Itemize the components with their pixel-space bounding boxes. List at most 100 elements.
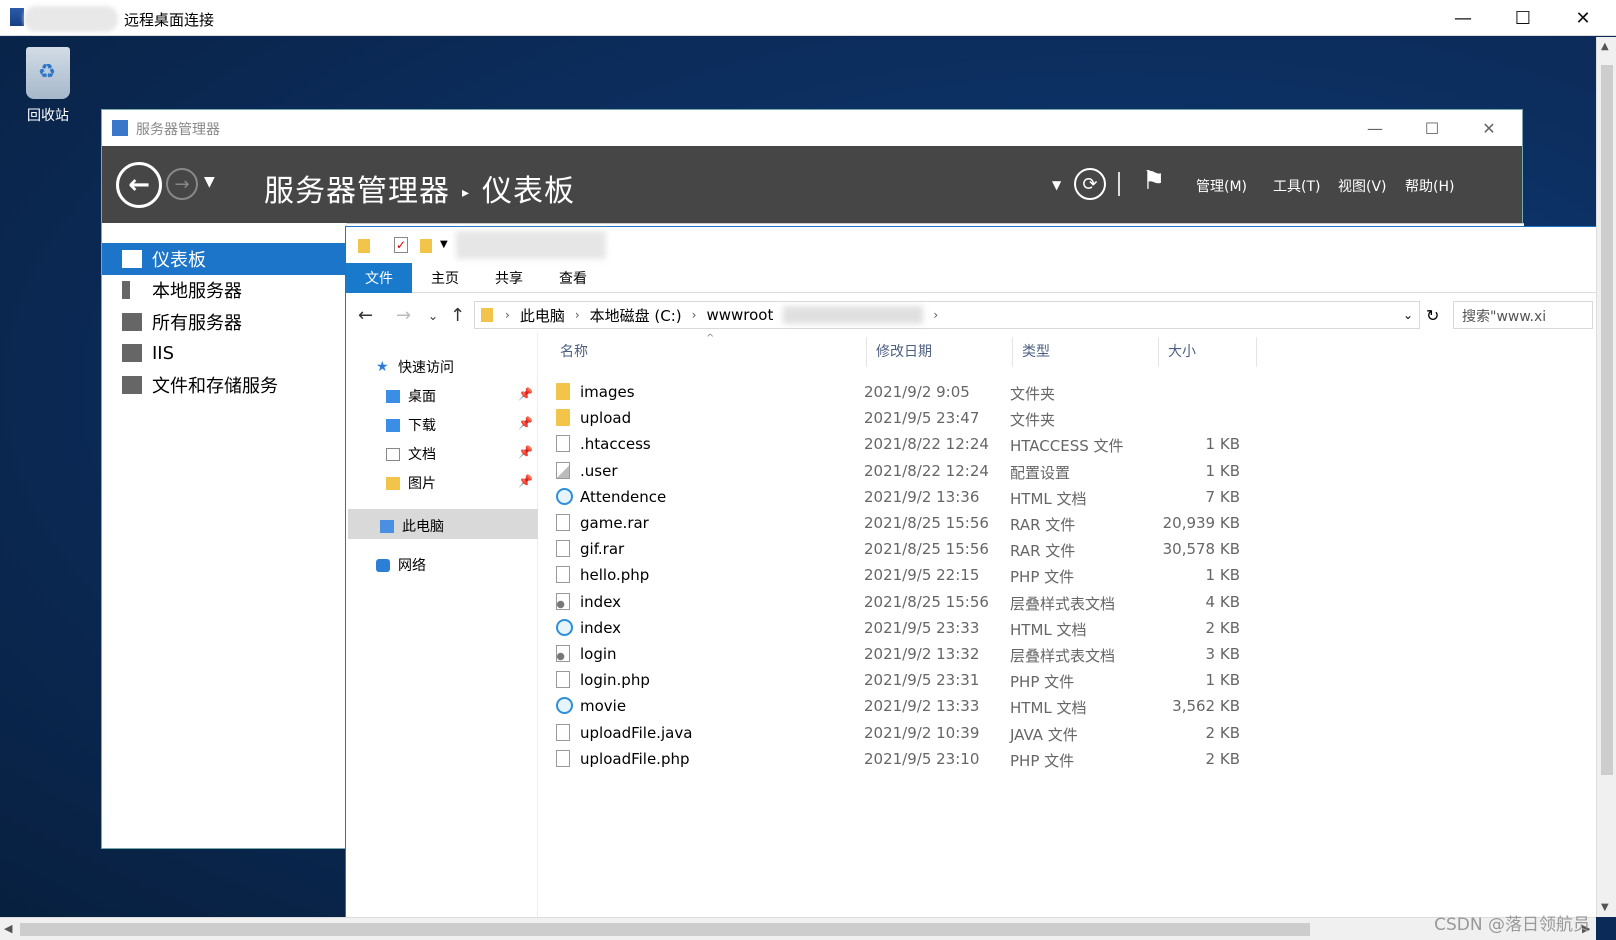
desktop-icon bbox=[386, 389, 400, 403]
file-name: .htaccess bbox=[580, 435, 651, 454]
chevron-right-icon[interactable]: › bbox=[692, 308, 697, 322]
tab-file[interactable]: 文件 bbox=[346, 263, 412, 293]
sidebar-item-local-server[interactable]: 本地服务器 bbox=[102, 274, 347, 306]
pin-icon[interactable]: 📌 bbox=[518, 387, 533, 401]
breadcrumb-root[interactable]: 服务器管理器 bbox=[264, 174, 450, 209]
pin-icon[interactable]: 📌 bbox=[518, 445, 533, 459]
sidebar-item-file-storage[interactable]: 文件和存储服务 bbox=[102, 369, 347, 401]
tab-share[interactable]: 共享 bbox=[474, 263, 544, 293]
file-icon bbox=[556, 671, 570, 689]
file-row[interactable]: images 2021/9/2 9:05 文件夹 bbox=[552, 379, 1258, 405]
file-row[interactable]: uploadFile.php 2021/9/5 23:10 PHP 文件 2 KB bbox=[552, 746, 1258, 772]
recent-locations-icon[interactable]: ⌄ bbox=[428, 309, 438, 323]
tab-view[interactable]: 查看 bbox=[538, 263, 608, 293]
file-row[interactable]: uploadFile.java 2021/9/2 10:39 JAVA 文件 2 KB bbox=[552, 720, 1258, 746]
file-row[interactable]: hello.php 2021/9/5 22:15 PHP 文件 1 KB bbox=[552, 562, 1258, 588]
customize-toolbar-icon[interactable]: ▼ bbox=[440, 239, 448, 250]
file-date: 2021/9/5 23:10 bbox=[864, 749, 980, 768]
nav-this-pc[interactable]: 此电脑 bbox=[380, 516, 444, 536]
back-icon[interactable]: ← bbox=[358, 305, 373, 326]
file-row[interactable]: login.php 2021/9/5 23:31 PHP 文件 1 KB bbox=[552, 667, 1258, 693]
nav-quick-access[interactable]: ★ 快速访问 bbox=[376, 357, 454, 377]
sidebar-item-iis[interactable]: IIS bbox=[102, 337, 347, 369]
column-header-type[interactable]: 类型 bbox=[1022, 341, 1050, 361]
crumb-local-disk[interactable]: 本地磁盘 (C:) bbox=[590, 305, 682, 326]
column-divider[interactable] bbox=[1256, 337, 1257, 367]
file-name: hello.php bbox=[580, 566, 650, 585]
file-row[interactable]: upload 2021/9/5 23:47 文件夹 bbox=[552, 405, 1258, 431]
sm-maximize-button[interactable]: ☐ bbox=[1409, 114, 1455, 142]
file-row[interactable]: .user 2021/8/22 12:24 配置设置 1 KB bbox=[552, 458, 1258, 484]
file-row[interactable]: index 2021/9/5 23:33 HTML 文档 2 KB bbox=[552, 615, 1258, 641]
file-date: 2021/9/5 22:15 bbox=[864, 566, 980, 585]
file-row[interactable]: .htaccess 2021/8/22 12:24 HTACCESS 文件 1 KB bbox=[552, 431, 1258, 457]
properties-icon[interactable]: ✓ bbox=[394, 237, 408, 253]
recycle-bin[interactable]: 回收站 bbox=[18, 47, 78, 125]
file-row[interactable]: game.rar 2021/8/25 15:56 RAR 文件 20,939 KB bbox=[552, 510, 1258, 536]
nav-documents[interactable]: 文档 bbox=[386, 444, 436, 464]
tab-home[interactable]: 主页 bbox=[410, 263, 480, 293]
column-divider[interactable] bbox=[1158, 337, 1159, 367]
forward-button[interactable]: → bbox=[166, 168, 198, 200]
nav-downloads[interactable]: 下载 bbox=[386, 415, 436, 435]
scrollbar-thumb[interactable] bbox=[1601, 65, 1613, 775]
column-divider[interactable] bbox=[866, 337, 867, 367]
sm-minimize-button[interactable]: — bbox=[1352, 114, 1398, 142]
column-header-name[interactable]: 名称 bbox=[560, 341, 588, 361]
scroll-down-icon[interactable]: ▼ bbox=[1601, 902, 1609, 913]
file-type: HTML 文档 bbox=[1010, 489, 1087, 508]
header-dropdown-icon[interactable]: ▼ bbox=[1052, 178, 1061, 192]
column-divider[interactable] bbox=[1012, 337, 1013, 367]
folder-icon[interactable] bbox=[358, 239, 370, 253]
rdp-close-button[interactable]: ✕ bbox=[1560, 4, 1606, 32]
sidebar-item-label: IIS bbox=[152, 342, 175, 364]
file-row[interactable]: gif.rar 2021/8/25 15:56 RAR 文件 30,578 KB bbox=[552, 536, 1258, 562]
sidebar-item-label: 本地服务器 bbox=[152, 281, 242, 302]
horizontal-scrollbar[interactable]: ◀ ▶ bbox=[0, 917, 1596, 940]
scroll-left-icon[interactable]: ◀ bbox=[4, 922, 12, 935]
notifications-flag-icon[interactable]: ⚑ bbox=[1142, 166, 1165, 196]
chevron-right-icon[interactable]: › bbox=[933, 308, 938, 322]
vertical-scrollbar[interactable]: ▲ ▼ bbox=[1596, 37, 1616, 917]
chevron-down-icon[interactable]: ⌄ bbox=[1403, 308, 1413, 322]
file-row[interactable]: login 2021/9/2 13:32 层叠样式表文档 3 KB bbox=[552, 641, 1258, 667]
new-folder-icon[interactable] bbox=[420, 239, 432, 253]
forward-icon[interactable]: → bbox=[396, 305, 411, 326]
column-header-size[interactable]: 大小 bbox=[1168, 341, 1196, 361]
refresh-icon[interactable]: ⟳ bbox=[1074, 168, 1106, 200]
recycle-bin-icon bbox=[26, 47, 70, 99]
history-dropdown[interactable]: ▼ bbox=[204, 174, 215, 190]
crumb-this-pc[interactable]: 此电脑 bbox=[520, 305, 565, 326]
refresh-icon[interactable]: ↻ bbox=[1426, 306, 1439, 325]
file-list: ^ 名称 修改日期 类型 大小 images 2021/9/2 9:05 文件夹 up… bbox=[538, 333, 1597, 918]
address-bar[interactable]: › 此电脑 › 本地磁盘 (C:) › wwwroot › ⌄ bbox=[474, 301, 1420, 329]
sidebar-item-all-servers[interactable]: 所有服务器 bbox=[102, 306, 347, 338]
menu-view[interactable]: 视图(V) bbox=[1338, 176, 1387, 196]
chevron-right-icon[interactable]: › bbox=[505, 308, 510, 322]
search-input[interactable]: 搜索"www.xi bbox=[1453, 301, 1593, 329]
scrollbar-thumb[interactable] bbox=[20, 923, 1310, 936]
chevron-right-icon[interactable]: › bbox=[575, 308, 580, 322]
sm-close-button[interactable]: ✕ bbox=[1466, 114, 1512, 142]
pin-icon[interactable]: 📌 bbox=[518, 416, 533, 430]
scroll-up-icon[interactable]: ▲ bbox=[1601, 41, 1609, 52]
file-row[interactable]: movie 2021/9/2 13:33 HTML 文档 3,562 KB bbox=[552, 693, 1258, 719]
rdp-minimize-button[interactable]: — bbox=[1440, 4, 1486, 32]
up-icon[interactable]: ↑ bbox=[450, 305, 465, 326]
nav-pictures[interactable]: 图片 bbox=[386, 473, 436, 493]
nav-desktop[interactable]: 桌面 bbox=[386, 386, 436, 406]
nav-network[interactable]: 网络 bbox=[376, 555, 426, 575]
back-button[interactable]: ← bbox=[116, 162, 162, 208]
rdp-maximize-button[interactable]: ☐ bbox=[1500, 4, 1546, 32]
pin-icon[interactable]: 📌 bbox=[518, 474, 533, 488]
crumb-wwwroot[interactable]: wwwroot bbox=[706, 306, 773, 324]
css-file-icon bbox=[556, 592, 570, 610]
menu-help[interactable]: 帮助(H) bbox=[1405, 176, 1454, 196]
menu-manage[interactable]: 管理(M) bbox=[1196, 176, 1247, 196]
menu-tools[interactable]: 工具(T) bbox=[1273, 176, 1320, 196]
navigation-pane: ★ 快速访问 桌面 📌 下载 📌 文档 📌 图片 📌 此电脑 网络 bbox=[346, 333, 538, 918]
file-row[interactable]: index 2021/8/25 15:56 层叠样式表文档 4 KB bbox=[552, 589, 1258, 615]
column-header-date[interactable]: 修改日期 bbox=[876, 341, 932, 361]
file-row[interactable]: Attendence 2021/9/2 13:36 HTML 文档 7 KB bbox=[552, 484, 1258, 510]
sidebar-item-dashboard[interactable]: 仪表板 bbox=[102, 243, 347, 275]
